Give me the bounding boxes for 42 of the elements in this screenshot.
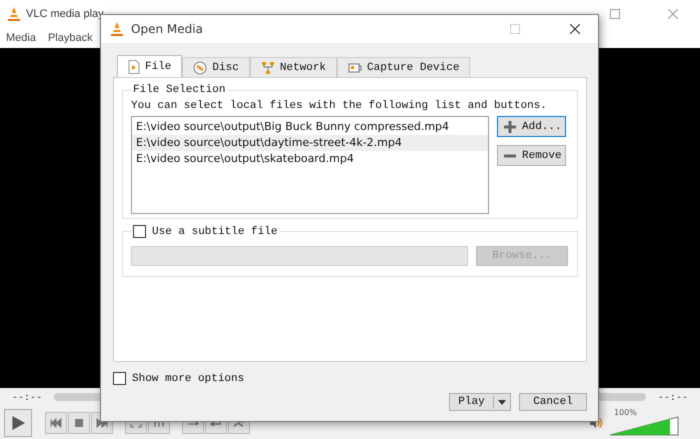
remaining-time: --:-- (658, 392, 688, 402)
menu-item[interactable]: Media (6, 32, 36, 44)
capture-device-icon (348, 60, 362, 74)
group-title: File Selection (132, 84, 226, 96)
volume-reading: 100% (614, 408, 637, 416)
maximize-icon[interactable] (610, 8, 620, 18)
remove-button[interactable]: Remove (497, 145, 566, 166)
checkbox[interactable] (113, 372, 126, 385)
tab[interactable]: Capture Device (337, 57, 470, 77)
checkbox[interactable] (133, 225, 146, 238)
play-split-button[interactable]: Play (449, 393, 511, 411)
file-list[interactable]: E:\video source\output\Big Buck Bunny compressed.mp4 E:\video source\output\daytime-street-4k-2.mp4 E:\video source\output\skateboard.mp4 (131, 116, 489, 214)
tab[interactable]: Network (250, 57, 338, 77)
previous-button[interactable] (45, 412, 67, 434)
stop-button[interactable] (68, 412, 90, 434)
play-icon (11, 414, 25, 430)
file-list-item[interactable]: E:\video source\output\Big Buck Bunny compressed.mp4 (132, 119, 488, 135)
cone-icon (6, 6, 22, 22)
file-list-item[interactable]: E:\video source\output\daytime-street-4k-2.mp4 (132, 135, 488, 151)
dialog-title: Open Media (131, 22, 203, 36)
subtitle-path-field[interactable] (131, 246, 468, 266)
network-icon (260, 60, 275, 74)
tab[interactable]: Disc (182, 57, 250, 77)
plus-icon (504, 120, 516, 132)
file-list-item[interactable]: E:\video source\output\skateboard.mp4 (132, 151, 488, 167)
cone-icon (109, 21, 125, 37)
disc-icon (193, 60, 208, 74)
elapsed-time: --:-- (12, 392, 42, 402)
checkbox-label[interactable]: Use a subtitle file (152, 226, 278, 238)
instruction-text: You can select local files with the following list and buttons. (131, 100, 548, 112)
cancel-button[interactable]: Cancel (519, 393, 587, 411)
maximize-icon (510, 24, 520, 34)
menu-item[interactable]: Playback (48, 32, 93, 44)
tab[interactable]: File (117, 55, 182, 77)
stop-icon (73, 418, 85, 428)
previous-icon (50, 418, 62, 428)
checkbox-label[interactable]: Show more options (132, 372, 244, 384)
file-icon (128, 60, 140, 74)
volume-slider[interactable] (610, 416, 680, 436)
add-button[interactable]: Add... (497, 116, 566, 137)
play-button[interactable] (4, 408, 32, 436)
close-icon[interactable] (570, 24, 580, 34)
